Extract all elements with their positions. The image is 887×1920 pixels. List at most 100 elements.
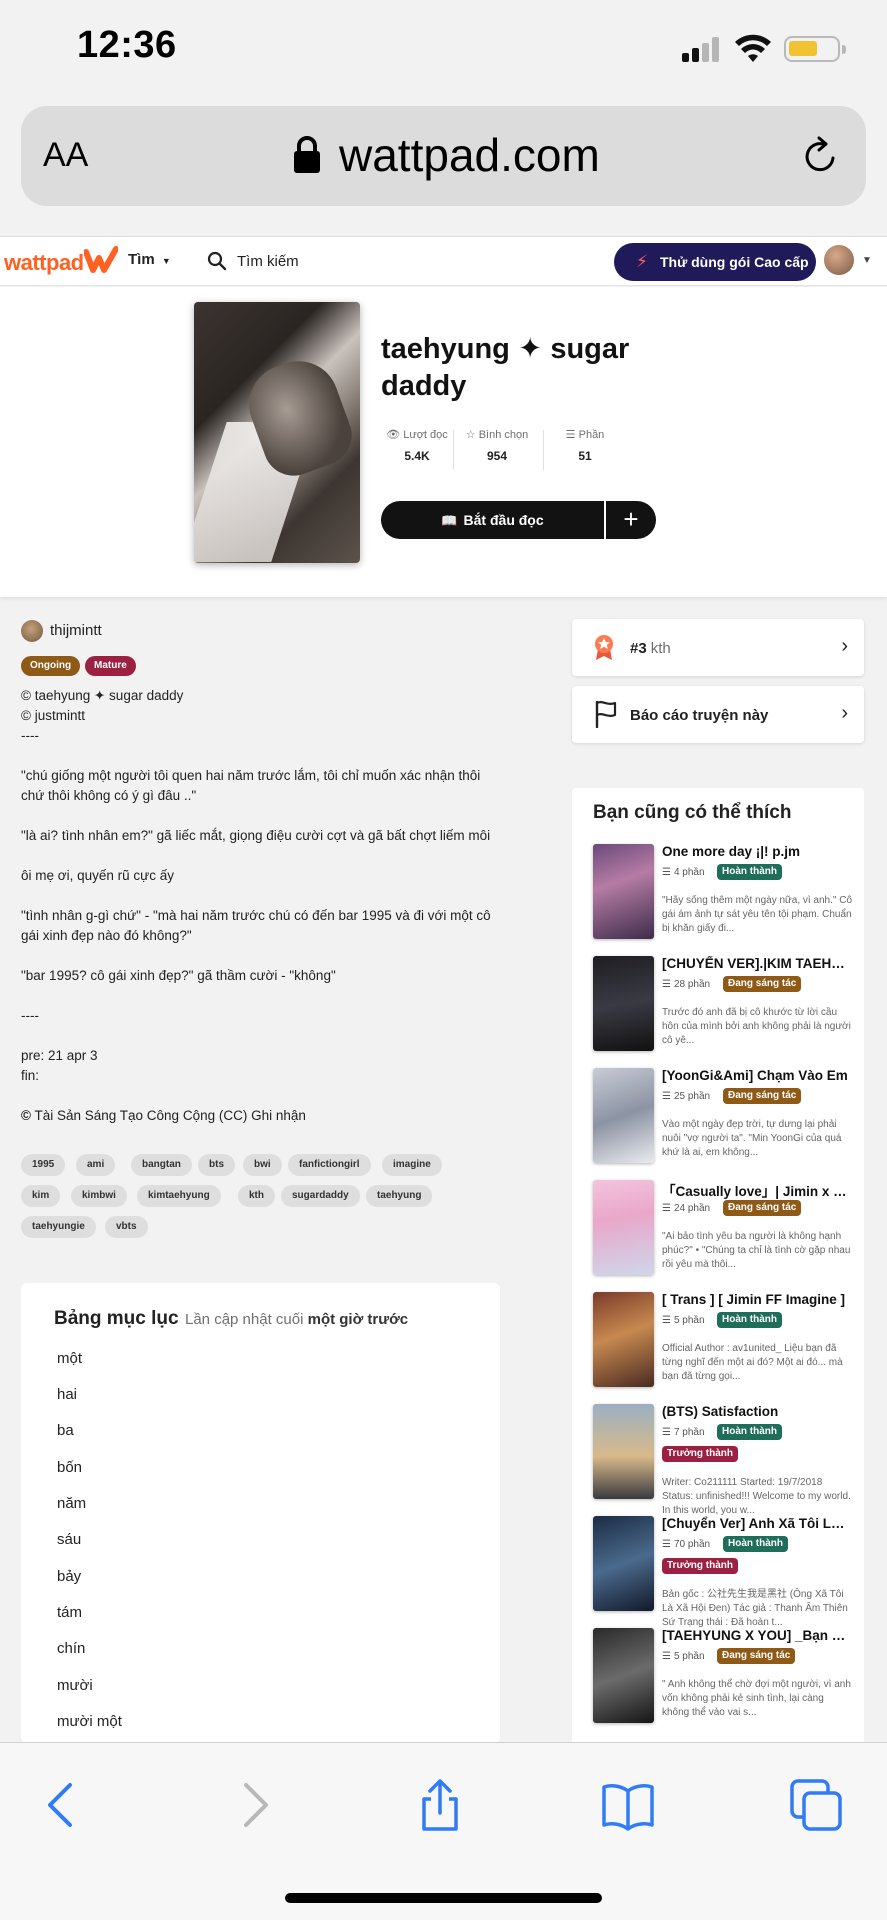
ranking-card[interactable]: #3 kth › — [572, 619, 864, 676]
chapter-link[interactable]: hai — [57, 1386, 77, 1403]
tag-pill[interactable]: kimtaehyung — [137, 1185, 221, 1207]
bookmarks-icon[interactable] — [600, 1777, 656, 1833]
tag-pill[interactable]: kim — [21, 1185, 61, 1207]
forward-icon[interactable] — [226, 1777, 282, 1833]
tag-pill[interactable]: bts — [198, 1154, 235, 1176]
premium-trial-button[interactable]: ⚡ Thử dùng gói Cao cấp — [614, 243, 816, 281]
list-icon: ☰ — [662, 979, 671, 990]
report-story-card[interactable]: Báo cáo truyện này › — [572, 686, 864, 743]
recommendation-item[interactable]: One more day ¡|! p.jm ☰ 4 phần Hoàn thành… — [593, 844, 855, 944]
chapter-link[interactable]: năm — [57, 1495, 86, 1512]
status-badge: Hoàn thành — [723, 1536, 788, 1552]
recommendation-item[interactable]: [ Trans ] [ Jimin FF Imagine ] ☰ 5 phần H… — [593, 1292, 855, 1392]
search-icon[interactable] — [207, 251, 227, 271]
tag-pill[interactable]: 1995 — [21, 1154, 66, 1176]
tag-pill[interactable]: kimbwi — [71, 1185, 127, 1207]
list-icon: ☰ — [565, 429, 576, 441]
lock-icon — [294, 136, 320, 173]
rec-parts-text: 5 phần — [673, 1651, 705, 1662]
tag-pill[interactable]: bwi — [243, 1154, 282, 1176]
chapter-link[interactable]: mười — [57, 1677, 93, 1694]
tabs-icon[interactable] — [788, 1777, 844, 1833]
description-line: "bar 1995? cô gái xinh đẹp?" gã thầm cườ… — [21, 968, 336, 983]
rec-parts: ☰ 24 phần — [662, 1203, 710, 1214]
mature-badge: Trưởng thành — [662, 1446, 739, 1462]
rec-cover-image — [593, 956, 654, 1051]
chapter-link[interactable]: một — [57, 1350, 82, 1367]
description-line: "chú giống một người tôi quen hai năm tr… — [21, 768, 481, 803]
chapter-link[interactable]: bốn — [57, 1459, 82, 1476]
add-to-library-button[interactable]: + — [606, 501, 656, 539]
rec-description: Vào một ngày đẹp trời, tự dưng lại phải … — [662, 1119, 842, 1158]
rec-title[interactable]: (BTS) Satisfaction — [662, 1404, 852, 1419]
list-icon: ☰ — [662, 1315, 671, 1326]
updated-value: một giờ trước — [307, 1311, 409, 1328]
chevron-down-icon[interactable]: ▼ — [862, 255, 872, 266]
tag-pill[interactable]: taehyungie — [21, 1216, 96, 1238]
tag-pill[interactable]: imagine — [382, 1154, 442, 1176]
chapter-link[interactable]: mười một — [57, 1713, 122, 1730]
rank-tag: kth — [650, 640, 671, 657]
chapter-link[interactable]: tám — [57, 1604, 82, 1621]
address-bar[interactable]: AA wattpad.com — [21, 106, 866, 206]
rec-title[interactable]: [Chuyển Ver] Anh Xã Tôi Là Xã Hội Đen — [662, 1516, 852, 1531]
wattpad-w-icon[interactable] — [84, 246, 118, 274]
story-header: taehyung ✦ sugar daddy 👁 Lượt đọc 5.4K ☆… — [0, 287, 887, 597]
tag-pill[interactable]: ami — [76, 1154, 116, 1176]
lightning-icon: ⚡ — [636, 252, 648, 271]
recommendation-item[interactable]: [TAEHYUNG X YOU] _Bạn Trai Tôi ☰5 phần Đ… — [593, 1628, 855, 1728]
chapter-link[interactable]: sáu — [57, 1531, 81, 1548]
chapter-link[interactable]: bảy — [57, 1568, 81, 1585]
rec-parts: ☰ 4 phần — [662, 867, 705, 878]
rec-parts: ☰ 70 phần — [662, 1539, 710, 1550]
chapter-link[interactable]: chín — [57, 1640, 85, 1657]
rec-title[interactable]: [CHUYỂN VER].|KIM TAEHYUNG|. Người Tình — [662, 956, 852, 971]
rec-title[interactable]: [TAEHYUNG X YOU] _Bạn Trai Tôi — [662, 1628, 852, 1643]
user-avatar[interactable] — [824, 245, 854, 275]
description-line: ôi mẹ ơi, quyến rũ cực ấy — [21, 868, 174, 883]
list-icon: ☰ — [662, 867, 671, 878]
back-icon[interactable] — [34, 1777, 90, 1833]
tag-pill[interactable]: sugardaddy — [281, 1185, 360, 1207]
description-line: fin: — [21, 1068, 40, 1083]
toc-title: Bảng mục lục — [54, 1308, 179, 1329]
chevron-right-icon: › — [841, 635, 848, 657]
rec-title[interactable]: [YoonGi&Ami] Chạm Vào Em — [662, 1068, 852, 1083]
description-line: "tình nhân g-gì chứ" - "mà hai năm trước… — [21, 908, 491, 943]
description-line: ---- — [21, 1008, 39, 1023]
stat-parts: ☰ Phần 51 — [549, 428, 621, 463]
tag-pill[interactable]: fanfictiongirl — [288, 1154, 371, 1176]
recommendation-item[interactable]: [YoonGi&Ami] Chạm Vào Em ☰ 25 phần Đang s… — [593, 1068, 855, 1168]
recommendation-item[interactable]: [CHUYỂN VER].|KIM TAEHYUNG|. Người Tình … — [593, 956, 855, 1056]
rec-title[interactable]: One more day ¡|! p.jm — [662, 844, 852, 859]
story-description: © taehyung ✦ sugar daddy © justmintt ---… — [21, 686, 491, 1126]
wattpad-logo[interactable]: wattpad — [4, 250, 84, 276]
url-text[interactable]: wattpad.com — [339, 128, 600, 182]
description-line: pre: 21 apr 3 — [21, 1048, 98, 1063]
browse-menu[interactable]: Tìm ▼ — [128, 251, 171, 268]
rec-cover-image — [593, 1292, 654, 1387]
recommendation-item[interactable]: (BTS) Satisfaction ☰ 7 phần Hoàn thành Tr… — [593, 1404, 855, 1516]
recommendation-item[interactable]: 「Casually love」| Jimin x you ☰ 24 phần Đa… — [593, 1180, 855, 1280]
author-name[interactable]: thijmintt — [50, 622, 102, 639]
chapter-link[interactable]: ba — [57, 1422, 74, 1439]
tag-pill[interactable]: vbts — [105, 1216, 148, 1238]
start-reading-button[interactable]: 📖 Bắt đầu đọc — [381, 501, 604, 539]
rec-title[interactable]: 「Casually love」| Jimin x you — [662, 1180, 852, 1200]
reload-icon[interactable] — [801, 136, 841, 176]
tag-pill[interactable]: bangtan — [131, 1154, 192, 1176]
ranking-text: #3 kth — [630, 640, 671, 657]
license-text: Tài Sản Sáng Tạo Công Cộng (CC) Ghi nhận — [34, 1108, 306, 1123]
rec-title[interactable]: [ Trans ] [ Jimin FF Imagine ] — [662, 1292, 852, 1307]
tag-pill[interactable]: taehyung — [366, 1185, 433, 1207]
tag-pill[interactable]: kth — [238, 1185, 275, 1207]
text-size-button[interactable]: AA — [43, 136, 88, 175]
rec-cover-image — [593, 1068, 654, 1163]
share-icon[interactable] — [412, 1777, 468, 1833]
search-input[interactable]: Tìm kiếm — [237, 253, 299, 270]
rec-description: "Hãy sống thêm một ngày nữa, vì anh." Cô… — [662, 895, 852, 934]
chevron-right-icon: › — [841, 702, 848, 724]
recommendation-item[interactable]: [Chuyển Ver] Anh Xã Tôi Là Xã Hội Đen ☰7… — [593, 1516, 855, 1628]
author-avatar[interactable] — [21, 620, 43, 642]
rec-parts: ☰ 25 phần — [662, 1091, 710, 1102]
